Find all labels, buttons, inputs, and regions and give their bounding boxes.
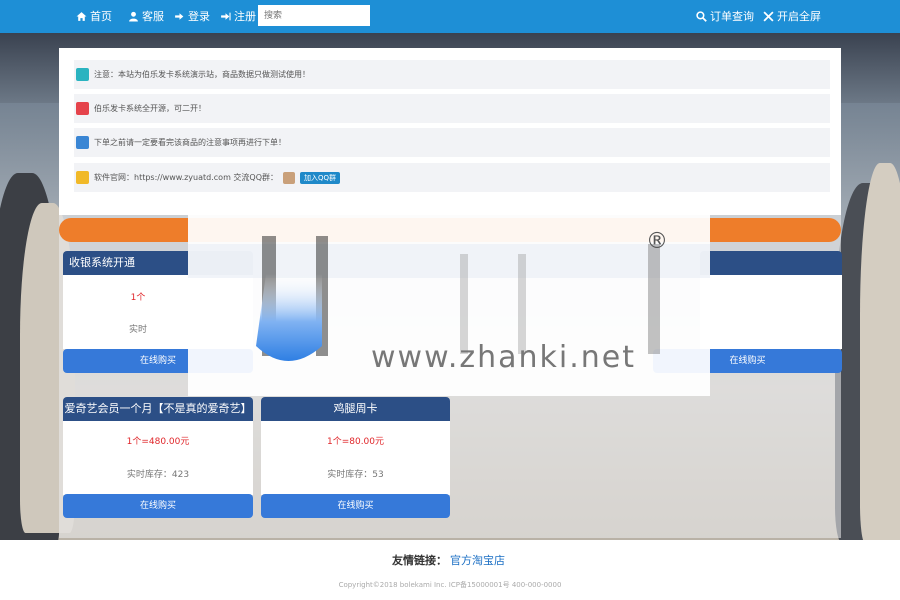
order-query-label: 订单查询 (710, 10, 754, 23)
nav-register-link[interactable]: 注册 (220, 0, 256, 33)
tag-icon (76, 136, 89, 149)
product-stock: 实时库存：53 (327, 470, 384, 480)
product-card-body (261, 421, 450, 495)
product-stock: 实时库存：423 (126, 470, 190, 480)
fullscreen-icon (763, 11, 774, 22)
notice-text: 软件官网：https://www.zyuatd.com 交流QQ群： (94, 173, 278, 182)
buy-button[interactable]: 在线购买 (261, 494, 450, 518)
nav-home-link[interactable]: 首页 (76, 0, 112, 33)
watermark-text: www.zhanki.net (371, 340, 637, 375)
registered-mark: ® (646, 229, 668, 254)
search-input[interactable] (258, 5, 370, 26)
alert-icon (76, 102, 89, 115)
nav-register-label: 注册 (234, 10, 256, 23)
home-icon (76, 12, 87, 21)
notice-item: 下单之前请一定要看完该商品的注意事项再进行下单！ (74, 128, 830, 157)
nav-home-label: 首页 (90, 10, 112, 23)
notice-text: 下单之前请一定要看完该商品的注意事项再进行下单！ (94, 138, 286, 147)
user-icon (129, 11, 138, 22)
top-nav: 首页 客服 登录 注册 订单查询 开启全屏 (0, 0, 900, 33)
nav-service-link[interactable]: 客服 (128, 0, 164, 33)
notice-item: 软件官网：https://www.zyuatd.com 交流QQ群： 加入QQ群 (74, 163, 830, 192)
friend-links-label: 友情链接： (392, 554, 447, 567)
sign-in-icon (175, 13, 184, 20)
qq-avatar-icon (283, 171, 295, 184)
star-icon (76, 171, 89, 184)
notice-text: 伯乐发卡系统全开源，可二开！ (94, 104, 206, 113)
product-price: 1个=480.00元 (126, 437, 190, 447)
nav-login-label: 登录 (188, 10, 210, 23)
sign-up-icon (221, 12, 231, 21)
notice-item: 伯乐发卡系统全开源，可二开！ (74, 94, 830, 123)
product-price: 1个=80.00元 (326, 437, 385, 447)
notice-text: 注意：本站为伯乐发卡系统演示站，商品数据只做测试使用！ (94, 70, 310, 79)
fullscreen-link[interactable]: 开启全屏 (763, 0, 821, 33)
buy-button[interactable]: 在线购买 (63, 494, 253, 518)
taobao-store-link[interactable]: 官方淘宝店 (450, 552, 505, 568)
copyright-text: Copyright©2018 bolekami Inc. ICP备1500000… (338, 581, 562, 589)
product-card-title: 爱奇艺会员一个月【不是真的爱奇艺】 (63, 397, 253, 421)
fullscreen-label: 开启全屏 (777, 10, 821, 23)
notice-item: 注意：本站为伯乐发卡系统演示站，商品数据只做测试使用！ (74, 60, 830, 89)
product-card-body (700, 275, 842, 349)
product-card-title: 鸡腿周卡 (261, 397, 450, 421)
footer: 友情链接： 官方淘宝店 Copyright©2018 bolekami Inc.… (0, 540, 900, 600)
nav-service-label: 客服 (142, 10, 164, 23)
nav-login-link[interactable]: 登录 (174, 0, 210, 33)
join-qq-group-button[interactable]: 加入QQ群 (300, 171, 341, 184)
watermark-overlay: ® www.zhanki.net (188, 214, 710, 396)
product-card-body (63, 421, 253, 495)
order-query-link[interactable]: 订单查询 (696, 0, 754, 33)
product-card-title (700, 251, 842, 275)
search-icon (696, 11, 707, 22)
info-icon (76, 68, 89, 81)
